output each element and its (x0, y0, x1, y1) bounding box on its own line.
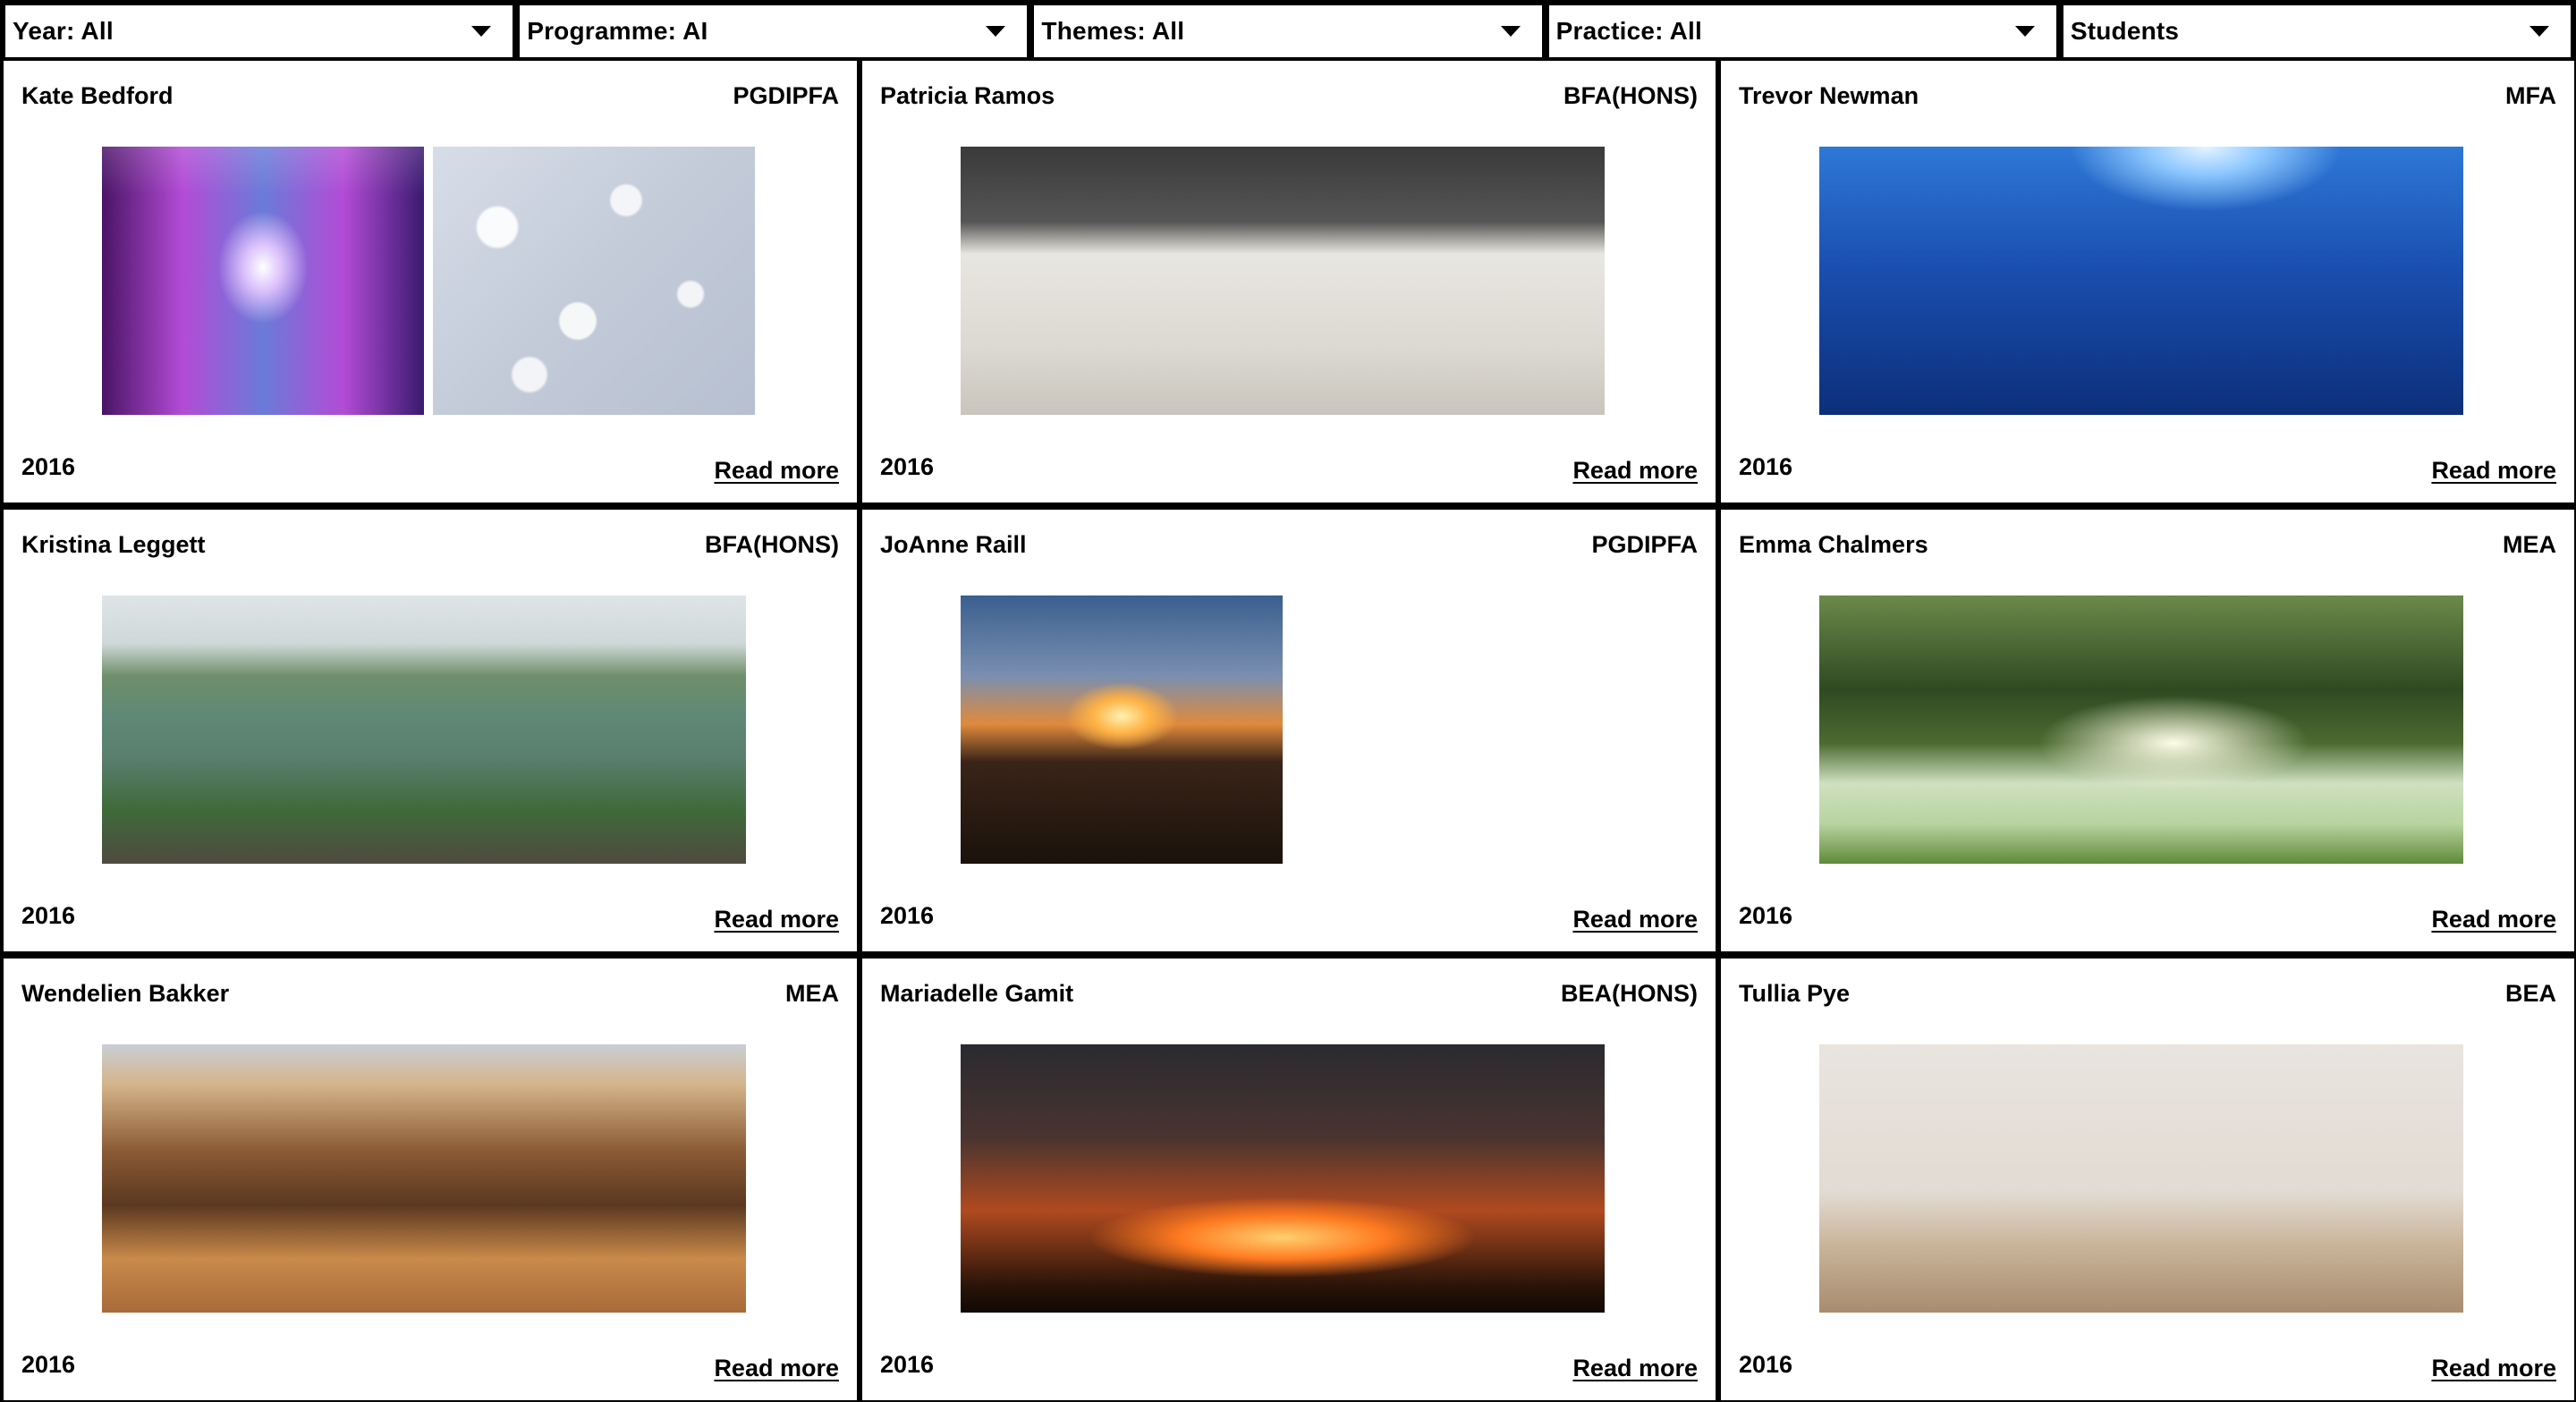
student-year: 2016 (1739, 902, 1793, 929)
artwork-images (1819, 147, 2463, 415)
student-grid: Kate Bedford PGDIPFA 2016 Read more Patr… (0, 57, 2576, 1402)
artwork-images (102, 595, 746, 864)
read-more-link[interactable]: Read more (2431, 457, 2556, 485)
filter-themes[interactable]: Themes: All (1034, 5, 1542, 57)
student-year: 2016 (1739, 453, 1793, 480)
filter-students[interactable]: Students (2063, 5, 2572, 57)
artwork-image[interactable] (102, 147, 424, 415)
student-year: 2016 (21, 902, 76, 929)
filter-label: Practice: All (1555, 17, 1703, 45)
artwork-image[interactable] (1819, 1044, 2463, 1313)
student-card: Kristina Leggett BFA(HONS) 2016 Read mor… (4, 510, 857, 951)
read-more-link[interactable]: Read more (1572, 457, 1698, 485)
filter-bar: Year: All Programme: AI Themes: All Prac… (0, 0, 2576, 61)
filter-label: Themes: All (1041, 17, 1185, 45)
artwork-images (961, 595, 1283, 864)
filter-programme[interactable]: Programme: AI (520, 5, 1028, 57)
student-name: Kristina Leggett (21, 531, 206, 558)
caret-down-icon (2014, 26, 2035, 37)
artwork-image[interactable] (102, 595, 746, 864)
artwork-images (961, 1044, 1605, 1313)
student-card: Tullia Pye BEA 2016 Read more (1721, 959, 2574, 1400)
artwork-image[interactable] (961, 1044, 1605, 1313)
caret-down-icon (1500, 26, 1521, 37)
artwork-image[interactable] (102, 1044, 746, 1313)
artwork-images (1819, 595, 2463, 864)
student-programme: PGDIPFA (733, 82, 839, 109)
read-more-link[interactable]: Read more (714, 906, 839, 933)
read-more-link[interactable]: Read more (714, 457, 839, 485)
student-name: Emma Chalmers (1739, 531, 1928, 558)
read-more-link[interactable]: Read more (1572, 906, 1698, 933)
filter-label: Year: All (13, 17, 114, 45)
read-more-link[interactable]: Read more (1572, 1355, 1698, 1382)
read-more-link[interactable]: Read more (2431, 1355, 2556, 1382)
filter-label: Programme: AI (527, 17, 708, 45)
student-card: Patricia Ramos BFA(HONS) 2016 Read more (862, 61, 1716, 503)
artwork-image[interactable] (961, 595, 1283, 864)
student-programme: BFA(HONS) (705, 531, 839, 558)
student-card: JoAnne Raill PGDIPFA 2016 Read more (862, 510, 1716, 951)
read-more-link[interactable]: Read more (2431, 906, 2556, 933)
student-year: 2016 (1739, 1351, 1793, 1378)
student-programme: PGDIPFA (1591, 531, 1698, 558)
artwork-images (102, 147, 755, 415)
artwork-images (961, 147, 1605, 415)
student-card: Emma Chalmers MEA 2016 Read more (1721, 510, 2574, 951)
caret-down-icon (471, 26, 492, 37)
student-programme: BFA(HONS) (1563, 82, 1698, 109)
artwork-image[interactable] (433, 147, 755, 415)
student-card: Mariadelle Gamit BEA(HONS) 2016 Read mor… (862, 959, 1716, 1400)
student-programme: MEA (785, 980, 839, 1007)
student-name: Wendelien Bakker (21, 980, 230, 1007)
student-programme: MEA (2503, 531, 2556, 558)
student-programme: MFA (2505, 82, 2556, 109)
student-name: JoAnne Raill (880, 531, 1027, 558)
student-year: 2016 (21, 1351, 76, 1378)
student-card: Wendelien Bakker MEA 2016 Read more (4, 959, 857, 1400)
student-programme: BEA (2504, 980, 2556, 1007)
filter-label: Students (2070, 17, 2180, 45)
filter-year[interactable]: Year: All (5, 5, 513, 57)
filter-practice[interactable]: Practice: All (1548, 5, 2056, 57)
artwork-images (1819, 1044, 2463, 1313)
artwork-image[interactable] (1819, 595, 2463, 864)
caret-down-icon (986, 26, 1006, 37)
student-year: 2016 (880, 902, 935, 929)
artwork-image[interactable] (961, 147, 1605, 415)
student-name: Kate Bedford (21, 82, 174, 109)
student-programme: BEA(HONS) (1561, 980, 1698, 1007)
student-name: Mariadelle Gamit (880, 980, 1074, 1007)
student-card: Trevor Newman MFA 2016 Read more (1721, 61, 2574, 503)
student-year: 2016 (21, 453, 76, 480)
student-name: Tullia Pye (1739, 980, 1851, 1007)
artwork-image[interactable] (1819, 147, 2463, 415)
student-year: 2016 (880, 1351, 935, 1378)
student-name: Patricia Ramos (880, 82, 1055, 109)
artwork-images (102, 1044, 746, 1313)
student-name: Trevor Newman (1739, 82, 1919, 109)
student-card: Kate Bedford PGDIPFA 2016 Read more (4, 61, 857, 503)
student-year: 2016 (880, 453, 935, 480)
caret-down-icon (2529, 26, 2550, 37)
read-more-link[interactable]: Read more (714, 1355, 839, 1382)
